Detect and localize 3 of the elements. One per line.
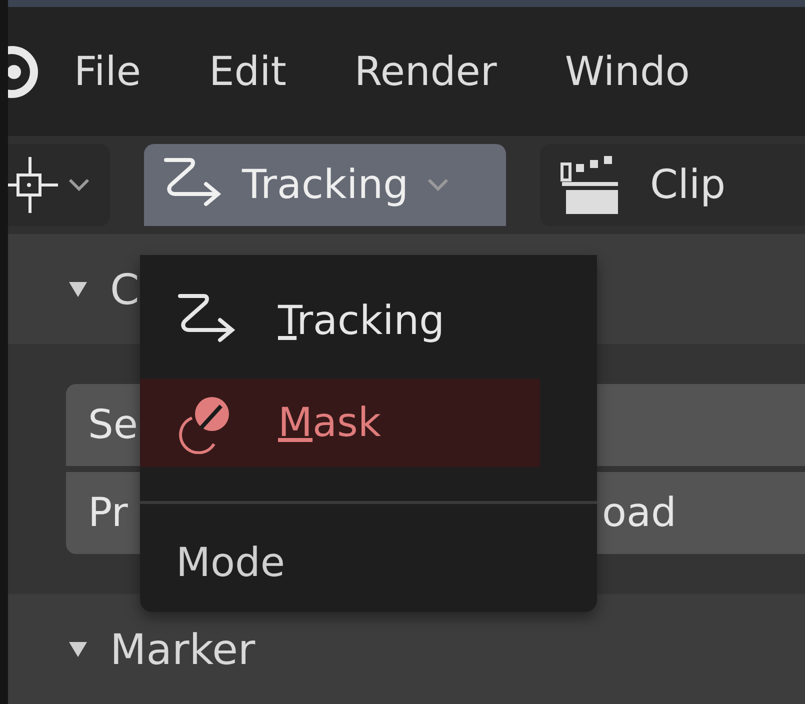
menu-caption: Mode: [176, 540, 285, 586]
panel-title: Marker: [110, 624, 256, 674]
panel-title: C: [110, 264, 140, 314]
